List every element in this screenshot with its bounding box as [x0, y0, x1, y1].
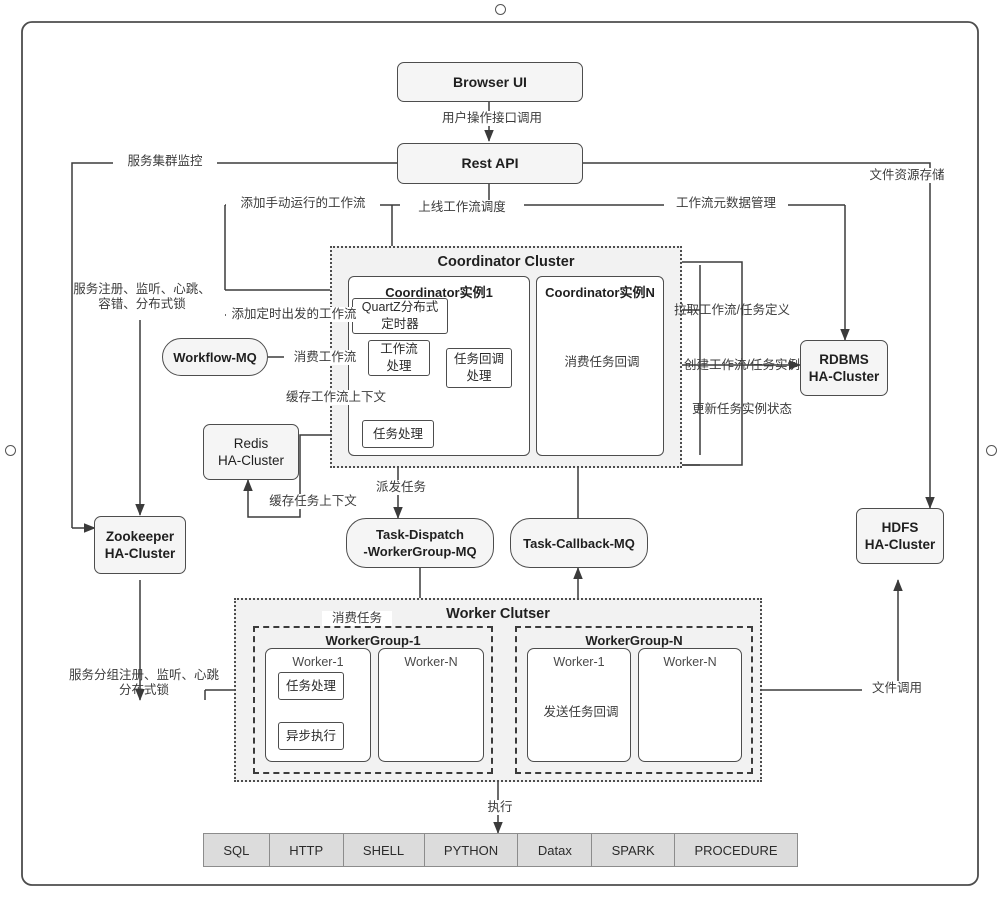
worker-group-1-worker-1-title: Worker-1: [292, 655, 344, 669]
label-cache-task-ctx: 缓存任务上下文: [258, 494, 368, 509]
architecture-diagram: Browser UI Rest API Coordinator Cluster …: [0, 0, 1000, 907]
task-type-procedure[interactable]: PROCEDURE: [675, 834, 797, 866]
cluster-coordinator-title: Coordinator Cluster: [437, 254, 575, 270]
label-create-workflow-inst: 创建工作流/任务实例: [684, 358, 800, 372]
node-zookeeper[interactable]: Zookeeper HA-Cluster: [94, 516, 186, 574]
node-workflow-handle[interactable]: 工作流 处理: [368, 340, 430, 376]
task-type-bar: SQL HTTP SHELL PYTHON Datax SPARK PROCED…: [203, 833, 798, 867]
worker-group-1-worker-n-title: Worker-N: [404, 655, 458, 669]
coordinator-instance-n-title: Coordinator实例N: [545, 285, 655, 300]
node-workflow-mq[interactable]: Workflow-MQ: [162, 338, 268, 376]
selection-handle-top[interactable]: [495, 4, 506, 15]
task-type-datax[interactable]: Datax: [518, 834, 593, 866]
label-add-manual-workflow: 添加手动运行的工作流: [226, 196, 380, 211]
label-file-call: 文件调用: [862, 681, 932, 696]
label-service-monitor: 服务集群监控: [113, 154, 217, 169]
node-quartz-scheduler[interactable]: QuartZ分布式 定时器: [352, 298, 448, 334]
task-type-python[interactable]: PYTHON: [425, 834, 519, 866]
label-execute: 执行: [478, 800, 522, 815]
label-file-resource-store: 文件资源存储: [860, 168, 954, 183]
node-worker-async-exec[interactable]: 异步执行: [278, 722, 344, 750]
worker-group-n-title: WorkerGroup-N: [585, 633, 683, 648]
worker-group-n-worker-1-title: Worker-1: [553, 655, 605, 669]
node-task-callback-handle[interactable]: 任务回调 处理: [446, 348, 512, 388]
node-task-callback-mq[interactable]: Task-Callback-MQ: [510, 518, 648, 568]
label-add-timed-workflow: 添加定时出发的工作流: [226, 307, 362, 322]
label-service-register: 服务注册、监听、心跳、 容错、分布式锁: [73, 282, 211, 311]
task-type-shell[interactable]: SHELL: [344, 834, 425, 866]
label-workflow-meta-manage: 工作流元数据管理: [664, 196, 788, 211]
label-online-workflow-schedule: 上线工作流调度: [400, 200, 524, 215]
label-consume-task: 消费任务: [322, 611, 392, 626]
node-task-handle[interactable]: 任务处理: [362, 420, 434, 448]
label-service-group-register: 服务分组注册、监听、心跳 分布式锁: [68, 668, 219, 697]
node-task-dispatch-mq[interactable]: Task-Dispatch -WorkerGroup-MQ: [346, 518, 494, 568]
selection-handle-right[interactable]: [986, 445, 997, 456]
worker-group-n-worker-n: Worker-N: [638, 648, 742, 762]
node-rest-api[interactable]: Rest API: [397, 143, 583, 184]
worker-group-n-worker-n-title: Worker-N: [663, 655, 717, 669]
task-type-spark[interactable]: SPARK: [592, 834, 676, 866]
node-hdfs[interactable]: HDFS HA-Cluster: [856, 508, 944, 564]
label-user-call: 用户操作接口调用: [418, 111, 566, 126]
label-dispatch-task: 派发任务: [368, 480, 434, 495]
selection-handle-left[interactable]: [5, 445, 16, 456]
cluster-worker-title: Worker Clutser: [446, 606, 550, 622]
task-type-http[interactable]: HTTP: [270, 834, 344, 866]
node-redis[interactable]: Redis HA-Cluster: [203, 424, 299, 480]
node-worker-task-handle[interactable]: 任务处理: [278, 672, 344, 700]
task-type-sql[interactable]: SQL: [204, 834, 270, 866]
label-pull-workflow-def: 拉取工作流/任务定义: [674, 303, 790, 317]
worker-group-1-title: WorkerGroup-1: [325, 633, 421, 648]
label-update-task-state: 更新任务实例状态: [692, 402, 793, 416]
label-send-task-callback: 发送任务回调: [543, 705, 619, 719]
worker-group-1-worker-n: Worker-N: [378, 648, 484, 762]
label-consume-task-callback: 消费任务回调: [564, 355, 640, 369]
node-browser-ui[interactable]: Browser UI: [397, 62, 583, 102]
label-consume-workflow: 消费工作流: [284, 350, 366, 365]
label-cache-workflow-ctx: 缓存工作流上下文: [274, 390, 398, 405]
